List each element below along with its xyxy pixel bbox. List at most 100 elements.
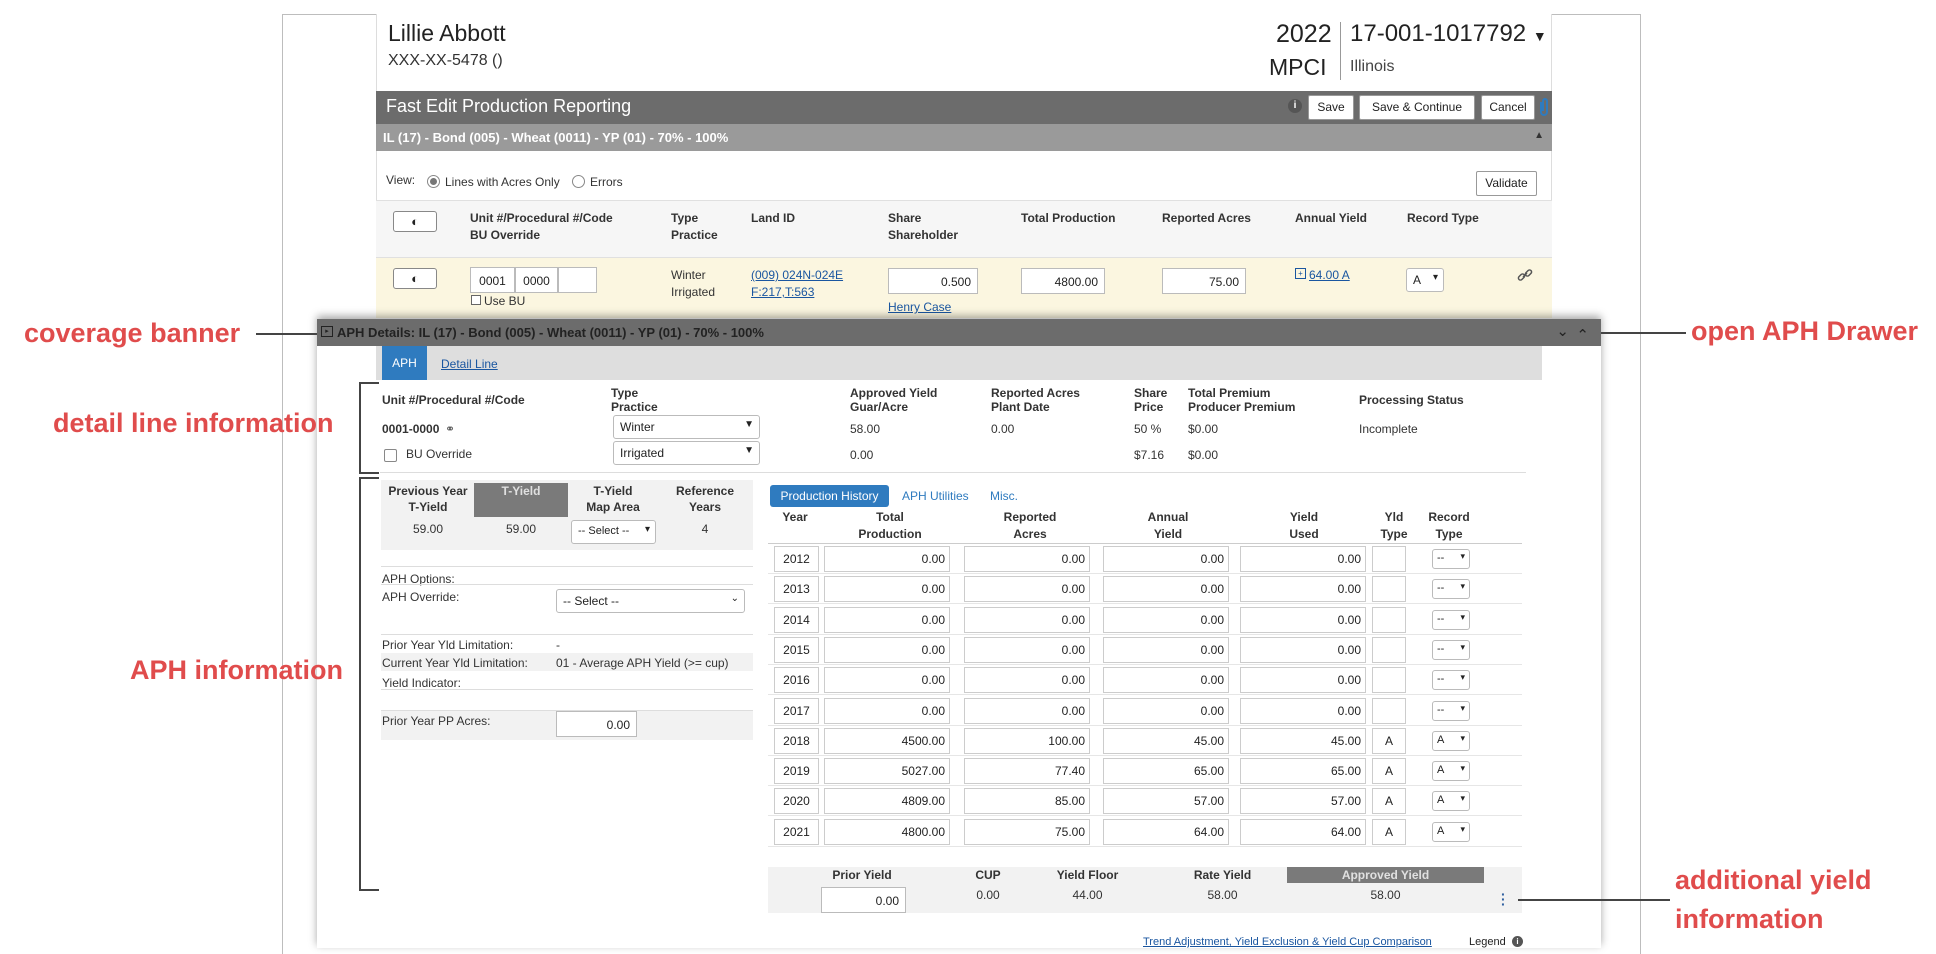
validate-button[interactable]: Validate <box>1476 171 1537 196</box>
contrast-toggle-icon[interactable]: ◐ <box>393 268 437 289</box>
chevron-down-icon[interactable]: ⌄ <box>1556 322 1569 340</box>
annual-yield-input[interactable]: 0.00 <box>1103 606 1229 633</box>
reported-acres-input[interactable]: 75.00 <box>964 818 1090 845</box>
expand-icon[interactable]: + <box>1295 268 1306 279</box>
annual-yield-input[interactable]: 0.00 <box>1103 546 1229 572</box>
annual-yield-input[interactable]: 0.00 <box>1103 697 1229 724</box>
total-production-input[interactable]: 4809.00 <box>824 788 950 815</box>
annual-yield-input[interactable]: 65.00 <box>1103 758 1229 785</box>
yield-used-input[interactable]: 65.00 <box>1240 758 1366 785</box>
map-area-select[interactable]: -- Select -- ▾ <box>571 520 656 544</box>
info-icon[interactable]: i <box>1512 936 1523 947</box>
total-production-input[interactable]: 4800.00 <box>1021 268 1105 294</box>
total-production-input[interactable]: 5027.00 <box>824 758 950 785</box>
tab-aph-utilities[interactable]: APH Utilities <box>902 489 969 503</box>
record-type-select[interactable]: -- ▾ <box>1432 700 1470 721</box>
yield-type-input[interactable] <box>1372 546 1406 572</box>
reported-acres-input[interactable]: 0.00 <box>964 546 1090 572</box>
detail-practice-select[interactable]: Irrigated ▼ <box>613 441 760 465</box>
annual-yield-input[interactable]: 64.00 <box>1103 818 1229 845</box>
yield-type-input[interactable] <box>1372 697 1406 724</box>
yield-type-input[interactable] <box>1372 576 1406 603</box>
use-bu-checkbox[interactable] <box>471 295 481 305</box>
pp-acres-input[interactable]: 0.00 <box>556 711 637 737</box>
yield-type-input[interactable]: A <box>1372 818 1406 845</box>
procedural-input[interactable]: 0000 <box>515 267 558 293</box>
total-production-input[interactable]: 4800.00 <box>824 818 950 845</box>
yield-used-input[interactable]: 0.00 <box>1240 576 1366 603</box>
code-input[interactable] <box>558 267 597 293</box>
record-type-select[interactable]: -- ▾ <box>1432 670 1470 691</box>
yield-type-input[interactable] <box>1372 667 1406 694</box>
yield-type-input[interactable]: A <box>1372 727 1406 754</box>
radio-lines-with-acres[interactable] <box>427 175 440 188</box>
yield-used-input[interactable]: 0.00 <box>1240 667 1366 694</box>
yield-used-input[interactable]: 0.00 <box>1240 636 1366 663</box>
tab-aph[interactable]: APH <box>382 346 427 380</box>
detail-type-select[interactable]: Winter ▼ <box>613 415 760 439</box>
policy-number-dropdown[interactable]: 17-001-1017792 ▼ <box>1350 20 1547 48</box>
yield-type-input[interactable] <box>1372 606 1406 633</box>
bu-override-checkbox[interactable] <box>384 449 397 462</box>
link-icon[interactable]: ⚭ <box>445 422 455 436</box>
cancel-button[interactable]: Cancel <box>1481 95 1535 120</box>
contrast-toggle-icon[interactable]: ◐ <box>393 211 437 232</box>
unit-input[interactable]: 0001 <box>470 267 515 293</box>
yield-type-input[interactable] <box>1372 636 1406 663</box>
yield-used-input[interactable]: 0.00 <box>1240 606 1366 633</box>
collapse-box-icon[interactable]: ▸ <box>321 326 333 337</box>
yield-type-input[interactable]: A <box>1372 788 1406 815</box>
paperclip-icon[interactable] <box>1537 96 1551 118</box>
record-type-select[interactable]: -- ▾ <box>1432 579 1470 600</box>
yield-used-input[interactable]: 57.00 <box>1240 788 1366 815</box>
record-type-select[interactable]: A ▾ <box>1432 761 1470 782</box>
reported-acres-input[interactable]: 0.00 <box>964 576 1090 603</box>
shareholder-link[interactable]: Henry Case <box>888 300 951 314</box>
reported-acres-input[interactable]: 85.00 <box>964 788 1090 815</box>
radio-errors[interactable] <box>572 175 585 188</box>
total-production-input[interactable]: 0.00 <box>824 576 950 603</box>
total-production-input[interactable]: 0.00 <box>824 697 950 724</box>
record-type-select[interactable]: -- ▾ <box>1432 549 1470 569</box>
annual-yield-input[interactable]: 45.00 <box>1103 727 1229 754</box>
total-production-input[interactable]: 0.00 <box>824 606 950 633</box>
coverage-bar[interactable]: IL (17) - Bond (005) - Wheat (0011) - YP… <box>376 124 1552 151</box>
aph-drawer-bar[interactable]: ▸ APH Details: IL (17) - Bond (005) - Wh… <box>317 319 1601 346</box>
record-type-select[interactable]: A ▾ <box>1406 268 1444 292</box>
annual-yield-input[interactable]: 0.00 <box>1103 576 1229 603</box>
prior-yield-input[interactable]: 0.00 <box>821 887 906 913</box>
reported-acres-input[interactable]: 0.00 <box>964 667 1090 694</box>
total-production-input[interactable]: 0.00 <box>824 546 950 572</box>
share-input[interactable]: 0.500 <box>888 268 978 294</box>
reported-acres-input[interactable]: 75.00 <box>1162 268 1246 294</box>
tab-production-history[interactable]: Production History <box>770 485 889 507</box>
annual-yield-link[interactable]: 64.00 A <box>1309 268 1350 282</box>
trend-adjustment-link[interactable]: Trend Adjustment, Yield Exclusion & Yiel… <box>1143 936 1432 948</box>
yield-used-input[interactable]: 0.00 <box>1240 546 1366 572</box>
total-production-input[interactable]: 0.00 <box>824 636 950 663</box>
total-production-input[interactable]: 0.00 <box>824 667 950 694</box>
tab-misc[interactable]: Misc. <box>990 489 1018 503</box>
more-options-icon[interactable]: · · · <box>1501 887 1506 911</box>
yield-used-input[interactable]: 45.00 <box>1240 727 1366 754</box>
reported-acres-input[interactable]: 100.00 <box>964 727 1090 754</box>
save-continue-button[interactable]: Save & Continue <box>1359 95 1475 120</box>
aph-override-select[interactable]: -- Select -- ⌄ <box>556 589 745 613</box>
annual-yield-input[interactable]: 0.00 <box>1103 636 1229 663</box>
land-id-link-2[interactable]: F:217,T:563 <box>751 285 814 299</box>
reported-acres-input[interactable]: 0.00 <box>964 636 1090 663</box>
record-type-select[interactable]: -- ▾ <box>1432 639 1470 660</box>
collapse-icon[interactable]: ▲ <box>1534 130 1544 141</box>
land-id-link[interactable]: (009) 024N-024E <box>751 268 843 282</box>
reported-acres-input[interactable]: 0.00 <box>964 697 1090 724</box>
save-button[interactable]: Save <box>1308 95 1354 120</box>
chevron-up-icon[interactable]: ⌃ <box>1576 326 1589 344</box>
yield-type-input[interactable]: A <box>1372 758 1406 785</box>
yield-used-input[interactable]: 64.00 <box>1240 818 1366 845</box>
reported-acres-input[interactable]: 0.00 <box>964 606 1090 633</box>
info-icon[interactable]: i <box>1288 99 1302 113</box>
record-type-select[interactable]: A ▾ <box>1432 821 1470 842</box>
record-type-select[interactable]: A ▾ <box>1432 791 1470 812</box>
link-icon[interactable] <box>1517 268 1533 282</box>
annual-yield-input[interactable]: 0.00 <box>1103 667 1229 694</box>
